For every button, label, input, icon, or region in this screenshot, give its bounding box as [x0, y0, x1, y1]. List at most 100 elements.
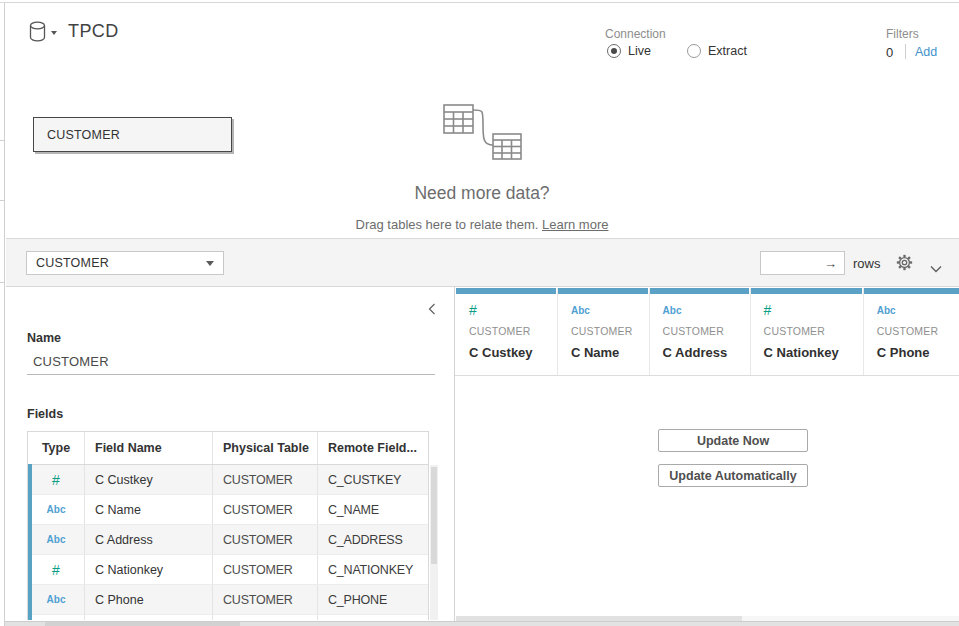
- enter-arrow-icon: →: [824, 256, 837, 271]
- remote-field-cell: C_CUSTKEY: [318, 465, 428, 494]
- empty-state-subtitle: Drag tables here to relate them. Learn m…: [0, 217, 959, 232]
- fields-label: Fields: [27, 407, 63, 421]
- grid-column-field-label[interactable]: C Custkey: [469, 345, 533, 360]
- field-type-icon: Abc: [47, 504, 66, 515]
- grid-column-header[interactable]: Abc CUSTOMER C Phone: [864, 288, 959, 375]
- grid-column-type-icon: Abc: [571, 305, 590, 316]
- physical-table-cell: CUSTOMER: [213, 525, 318, 554]
- field-type-icon: #: [52, 562, 60, 578]
- table-selector-value: CUSTOMER: [36, 256, 109, 270]
- database-icon[interactable]: [29, 21, 47, 47]
- fields-table-header: Type Field Name Physical Table Remote Fi…: [28, 432, 428, 465]
- field-name-cell[interactable]: C Address: [85, 525, 213, 554]
- chevron-down-icon[interactable]: [930, 259, 942, 277]
- field-type-icon: Abc: [47, 594, 66, 605]
- grid-column-table-label: CUSTOMER: [764, 325, 826, 337]
- datasource-menu-caret[interactable]: [51, 31, 57, 35]
- top-divider: [0, 2, 959, 3]
- radio-extract-icon[interactable]: [687, 44, 701, 58]
- gear-icon[interactable]: [896, 254, 913, 275]
- rows-count-input[interactable]: →: [760, 251, 845, 275]
- grid-column-type-icon: Abc: [877, 305, 896, 316]
- learn-more-link[interactable]: Learn more: [542, 217, 608, 232]
- remote-field-cell: C_NAME: [318, 495, 428, 524]
- field-type-icon: Abc: [47, 534, 66, 545]
- filters-label: Filters: [886, 27, 919, 41]
- grid-column-accent-bar: [751, 288, 862, 294]
- selected-table-accent-bar: [28, 464, 32, 620]
- bottom-scrollbar-band: [0, 621, 959, 626]
- left-pane-edge: [0, 3, 5, 626]
- left-pane-tick: [0, 282, 5, 283]
- field-name-cell[interactable]: C Name: [85, 495, 213, 524]
- grid-header-bottom-border: [455, 375, 959, 376]
- dropdown-caret-icon: [206, 261, 214, 266]
- field-name-cell[interactable]: C Nationkey: [85, 555, 213, 584]
- grid-column-field-label[interactable]: C Address: [663, 345, 728, 360]
- rows-label: rows: [853, 256, 880, 271]
- remote-field-cell: C_NATIONKEY: [318, 555, 428, 584]
- filters-divider: [905, 44, 906, 59]
- fields-table-row[interactable]: AbcC PhoneCUSTOMERC_PHONE: [28, 585, 428, 615]
- fields-table-scrollbar-thumb[interactable]: [431, 467, 437, 564]
- fields-table-scrollbar[interactable]: [430, 465, 438, 620]
- name-input[interactable]: CUSTOMER: [33, 354, 109, 369]
- grid-column-type-icon: #: [764, 302, 772, 318]
- update-automatically-button[interactable]: Update Automatically: [658, 464, 808, 487]
- fields-table-row[interactable]: Abc C AddressCUSTOMERC_ADDRESS: [28, 525, 428, 555]
- fields-table-row[interactable]: Abc C NameCUSTOMERC_NAME: [28, 495, 428, 525]
- table-selector-dropdown[interactable]: CUSTOMER: [26, 251, 224, 275]
- grid-column-table-label: CUSTOMER: [571, 325, 633, 337]
- remote-field-cell: [318, 615, 428, 620]
- bottom-scrollbar-thumb[interactable]: [45, 622, 240, 626]
- field-type-icon: #: [52, 472, 60, 488]
- radio-live-icon[interactable]: [607, 44, 621, 58]
- physical-table-cell: CUSTOMER: [213, 585, 318, 614]
- col-header-physical-table[interactable]: Physical Table: [213, 432, 318, 464]
- fields-table-row[interactable]: #C CustkeyCUSTOMERC_CUSTKEY: [28, 465, 428, 495]
- datasource-title[interactable]: TPCD: [68, 21, 119, 42]
- empty-state-title: Need more data?: [0, 183, 959, 204]
- empty-state-text: Drag tables here to relate them.: [356, 217, 539, 232]
- field-name-cell[interactable]: [85, 615, 213, 620]
- grid-column-accent-bar: [650, 288, 749, 294]
- connection-live-option[interactable]: Live: [607, 44, 651, 58]
- update-now-button[interactable]: Update Now: [658, 429, 808, 452]
- fields-table: Type Field Name Physical Table Remote Fi…: [27, 431, 429, 620]
- grid-column-type-icon: #: [469, 302, 477, 318]
- col-header-remote-field[interactable]: Remote Field...: [318, 432, 428, 464]
- connection-label: Connection: [605, 27, 666, 41]
- name-input-underline: [27, 374, 435, 375]
- left-pane-tick: [0, 200, 5, 201]
- collapse-panel-icon[interactable]: [428, 301, 436, 319]
- grid-column-type-icon: Abc: [663, 305, 682, 316]
- connection-extract-option[interactable]: Extract: [687, 44, 747, 58]
- filters-add-link[interactable]: Add: [915, 45, 937, 59]
- grid-column-header[interactable]: AbcCUSTOMERC Address: [650, 288, 751, 375]
- grid-column-field-label[interactable]: C Nationkey: [764, 345, 839, 360]
- radio-live-label: Live: [628, 44, 651, 58]
- field-name-cell[interactable]: C Phone: [85, 585, 213, 614]
- panel-divider[interactable]: [454, 287, 455, 621]
- grid-column-table-label: CUSTOMER: [877, 325, 939, 337]
- tableau-datasource-page: TPCD Connection Live Extract Filters 0 A…: [0, 0, 959, 626]
- radio-extract-label: Extract: [708, 44, 747, 58]
- fields-table-body: #C CustkeyCUSTOMERC_CUSTKEYAbcC NameCUST…: [28, 465, 428, 620]
- grid-column-accent-bar: [558, 288, 648, 294]
- grid-column-header[interactable]: # CUSTOMER C Nationkey: [751, 288, 864, 375]
- col-header-field-name[interactable]: Field Name: [85, 432, 213, 464]
- left-pane-tick: [0, 140, 5, 141]
- grid-column-accent-bar: [456, 288, 556, 294]
- grid-column-header[interactable]: Abc CUSTOMER C Name: [558, 288, 650, 375]
- remote-field-cell: C_ADDRESS: [318, 525, 428, 554]
- physical-table-cell: CUSTOMER: [213, 495, 318, 524]
- fields-table-row[interactable]: #C NationkeyCUSTOMERC_NATIONKEY: [28, 555, 428, 585]
- field-name-cell[interactable]: C Custkey: [85, 465, 213, 494]
- grid-column-field-label[interactable]: C Phone: [877, 345, 930, 360]
- col-header-type[interactable]: Type: [28, 432, 85, 464]
- fields-table-row[interactable]: [28, 615, 428, 620]
- name-label: Name: [27, 331, 61, 345]
- grid-column-field-label[interactable]: C Name: [571, 345, 619, 360]
- grid-column-header[interactable]: #CUSTOMERC Custkey: [456, 288, 558, 375]
- canvas-table-customer[interactable]: CUSTOMER: [33, 117, 232, 152]
